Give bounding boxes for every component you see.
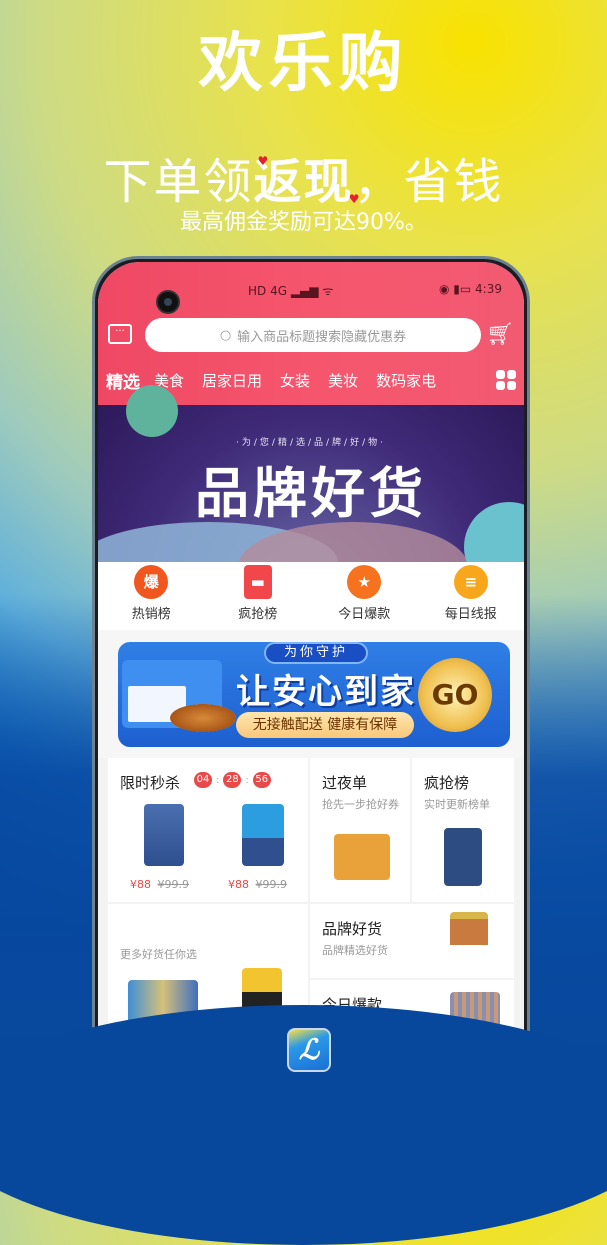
status-left: HD 4G ▂▄▆ ᯤ xyxy=(248,284,334,298)
safety-banner-area: 为你守护 让安心到家 无接触配送 健康有保障 GO xyxy=(98,630,524,758)
sale-price: ¥88 xyxy=(228,878,249,891)
search-input[interactable]: ○ 输入商品标题搜索隐藏优惠券 xyxy=(145,318,481,352)
timer-hours: 04 xyxy=(194,772,212,788)
battery-icon: ▮▭ xyxy=(453,282,472,296)
safety-banner[interactable]: 为你守护 让安心到家 无接触配送 健康有保障 GO xyxy=(118,642,510,747)
document-icon: ≡ xyxy=(453,565,488,599)
grid-menu-icon[interactable] xyxy=(496,370,516,390)
fried-chicken-image xyxy=(170,704,236,732)
quick-icons: 爆热销榜 ▬ 疯抢榜 ★ 今日爆款 ≡ 每日线报 xyxy=(98,562,524,630)
star-medal-icon: ★ xyxy=(347,565,382,599)
tab-jujia[interactable]: 居家日用 xyxy=(202,370,262,391)
planet-decoration xyxy=(126,385,178,437)
slogan-highlight: ♥ 返现 ♥ xyxy=(253,154,359,210)
card-title: 品牌好货 xyxy=(322,920,383,938)
flash-sale-card[interactable]: 限时秒杀 04:28:56 ¥88 ¥99.9 ¥88 ¥99.9 xyxy=(108,758,308,902)
original-price: ¥99.9 xyxy=(255,878,288,891)
timer-minutes: 28 xyxy=(223,772,242,788)
tab-nvzhuang[interactable]: 女装 xyxy=(280,370,310,391)
card-subtitle: 品牌精选好货 xyxy=(322,944,388,957)
app-logo-icon: ℒ xyxy=(287,1028,331,1072)
card-title: 疯抢榜 xyxy=(424,774,470,792)
search-placeholder: 输入商品标题搜索隐藏优惠券 xyxy=(237,329,407,345)
quick-label: 每日线报 xyxy=(444,607,497,622)
product-image-backpack xyxy=(444,828,482,886)
status-time: 4:39 xyxy=(475,282,502,296)
countdown-timer: 04:28:56 xyxy=(194,772,271,788)
quick-hot-sales[interactable]: 爆热销榜 xyxy=(106,562,196,630)
card-subtitle: 实时更新榜单 xyxy=(424,798,490,811)
timer-seconds: 56 xyxy=(252,772,271,788)
promo-subtitle: 最高佣金奖励可达90%。 xyxy=(180,210,427,235)
search-row: ··· ○ 输入商品标题搜索隐藏优惠券 🛒︎ xyxy=(98,318,524,352)
heart-icon: ♥ xyxy=(257,154,271,168)
quick-rush-list[interactable]: ▬ 疯抢榜 xyxy=(213,562,303,630)
book-icon: ▬ xyxy=(243,565,272,599)
fire-icon: 爆 xyxy=(134,565,169,599)
quick-label: 疯抢榜 xyxy=(238,607,278,622)
banner-pill: 无接触配送 健康有保障 xyxy=(236,712,414,738)
sale-price: ¥88 xyxy=(130,878,151,891)
phone-frame: HD 4G ▂▄▆ ᯤ ◉ ▮▭ 4:39 ··· ○ 输入商品标题搜索隐藏优惠券… xyxy=(92,256,530,1056)
slogan-part2: ，省钱 xyxy=(353,154,504,210)
product-price: ¥88 ¥99.9 xyxy=(228,878,287,891)
brand-banner[interactable]: ·为/您/精/选/品/牌/好/物· 品牌好货 xyxy=(98,385,524,612)
product-image-jacket[interactable] xyxy=(242,804,284,866)
slogan-part1: 下单领 xyxy=(103,154,254,210)
tab-jingxuan[interactable]: 精选 xyxy=(106,368,140,393)
banner-title: 让安心到家 xyxy=(236,672,416,712)
eye-icon: ◉ xyxy=(438,282,450,296)
banner-title: 品牌好货 xyxy=(195,462,427,525)
go-button[interactable]: GO xyxy=(418,658,492,732)
rush-card[interactable]: 疯抢榜 实时更新榜单 xyxy=(412,758,514,902)
status-right: ◉ ▮▭ 4:39 xyxy=(439,282,502,296)
quick-today-hot[interactable]: ★ 今日爆款 xyxy=(319,562,409,630)
promo-title: 欢乐购 xyxy=(198,27,409,101)
original-price: ¥99.9 xyxy=(157,878,190,891)
card-subtitle: 抢先一步抢好券 xyxy=(322,798,399,811)
tab-shuma[interactable]: 数码家电 xyxy=(376,370,436,391)
tab-meizhuang[interactable]: 美妆 xyxy=(328,370,358,391)
promo-slogan: 下单领 ♥ 返现 ♥ ，省钱 xyxy=(0,142,607,212)
product-image-overalls[interactable] xyxy=(144,804,184,866)
overnight-card[interactable]: 过夜单 抢先一步抢好券 xyxy=(310,758,410,902)
banner-subtitle: ·为/您/精/选/品/牌/好/物· xyxy=(236,438,386,448)
product-price: ¥88 ¥99.9 xyxy=(130,878,189,891)
search-icon: ○ xyxy=(219,327,232,343)
card-title: 过夜单 xyxy=(322,774,368,792)
message-icon[interactable]: ··· xyxy=(108,324,132,344)
camera-icon xyxy=(156,290,180,314)
quick-daily-news[interactable]: ≡ 每日线报 xyxy=(426,562,516,630)
card-subtitle: 更多好货任你选 xyxy=(120,948,197,961)
quick-label: 今日爆款 xyxy=(338,607,391,622)
product-image-protein-powder xyxy=(450,912,488,972)
cart-icon[interactable]: 🛒︎ xyxy=(486,322,514,347)
app-header: HD 4G ▂▄▆ ᯤ ◉ ▮▭ 4:39 ··· ○ 输入商品标题搜索隐藏优惠券… xyxy=(98,262,524,405)
product-image-handbag xyxy=(334,834,390,880)
flash-sale-title: 限时秒杀 xyxy=(120,774,181,792)
quick-label: 热销榜 xyxy=(131,607,171,622)
brand-goods-card[interactable]: 品牌好货 品牌精选好货 xyxy=(310,904,514,978)
phone-screen: HD 4G ▂▄▆ ᯤ ◉ ▮▭ 4:39 ··· ○ 输入商品标题搜索隐藏优惠券… xyxy=(98,262,524,1053)
banner-tag: 为你守护 xyxy=(264,642,368,664)
